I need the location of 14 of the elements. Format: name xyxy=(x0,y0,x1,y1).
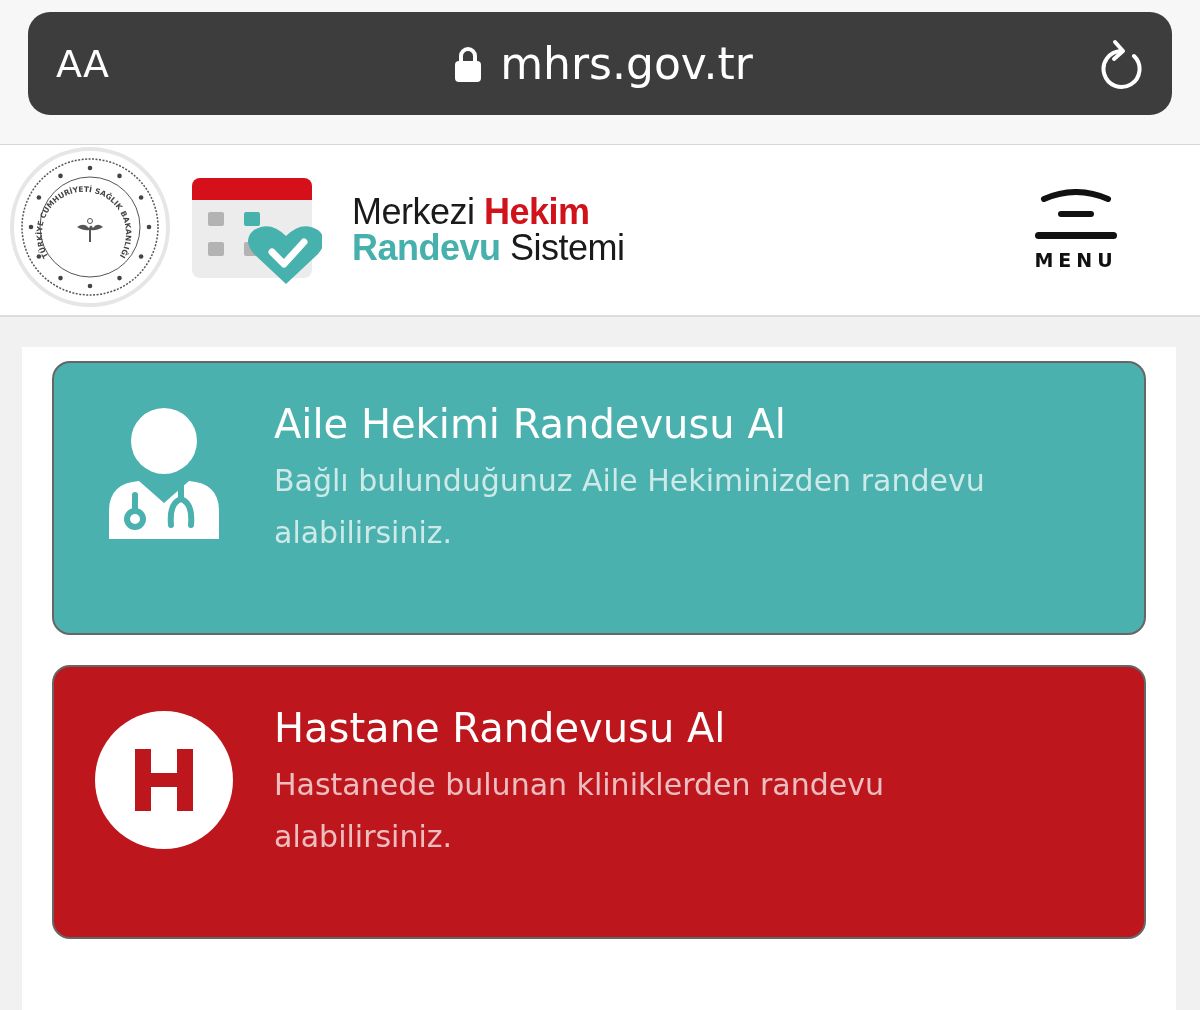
card-title: Hastane Randevusu Al xyxy=(274,705,727,751)
site-title: Randevu Sistemi xyxy=(352,230,625,266)
card-description: Hastanede bulunan kliniklerden randevu alabilirsiniz. xyxy=(274,766,885,856)
site-title: Merkezi Hekim xyxy=(352,194,591,230)
card-title: Aile Hekimi Randevusu Al xyxy=(274,401,787,447)
hospital-icon xyxy=(95,711,233,849)
reload-icon[interactable] xyxy=(1098,37,1144,90)
card-description: Bağlı bulunduğunuz Aile Hekiminizden randevu alabilirsiniz. xyxy=(274,462,986,552)
address-bar[interactable]: AA mhrs.gov.tr xyxy=(28,12,1172,115)
text-size-button[interactable]: AA xyxy=(56,41,110,86)
url-text: mhrs.gov.tr xyxy=(500,38,753,89)
menu-button[interactable]: MENU xyxy=(1032,189,1120,271)
appointment-card[interactable]: Hastane Randevusu Al Hastanede bulunan kliniklerden randevu alabilirsiniz. xyxy=(52,665,1146,939)
lock-icon xyxy=(454,45,483,82)
